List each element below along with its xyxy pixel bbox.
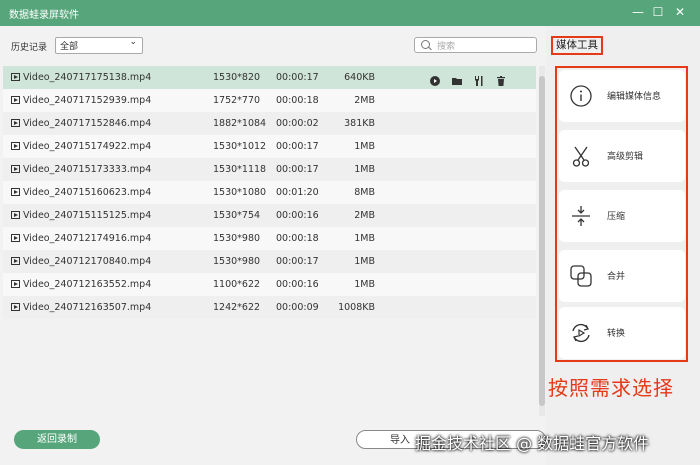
import-label: 导入 (390, 435, 410, 446)
table-row[interactable]: Video_240717152939.mp4 1752*770 00:00:18 2M… (3, 89, 536, 112)
video-file-icon (11, 280, 20, 288)
file-size: 2MB (354, 210, 375, 221)
table-row[interactable]: Video_240712174916.mp4 1530*980 00:00:18 1M… (3, 227, 536, 250)
file-name: Video_240715173333.mp4 (23, 164, 152, 175)
maximize-icon[interactable]: ☐ (650, 4, 666, 20)
video-file-icon (11, 211, 20, 219)
table-row[interactable]: Video_240717175138.mp4 1530*820 00:00:17 64… (3, 66, 536, 89)
folder-icon[interactable] (452, 72, 462, 85)
video-file-icon (11, 73, 20, 81)
file-resolution: 1530*754 (213, 210, 261, 221)
video-file-icon (11, 234, 20, 242)
trash-icon[interactable] (496, 72, 506, 86)
tool-merge[interactable]: 合并 (559, 250, 685, 302)
table-row[interactable]: Video_240712163507.mp4 1242*622 00:00:09 10… (3, 296, 536, 319)
file-name: Video_240712163507.mp4 (23, 302, 152, 313)
scrollbar-thumb[interactable] (539, 76, 545, 406)
scrollbar[interactable] (539, 66, 545, 416)
table-row[interactable]: Video_240712163552.mp4 1100*622 00:00:16 1M… (3, 273, 536, 296)
info-icon (570, 85, 592, 107)
tool-label: 高级剪辑 (607, 152, 644, 162)
title-bar: 数据蛙录屏软件 — ☐ ✕ (0, 0, 700, 26)
file-name: Video_240715115125.mp4 (23, 210, 152, 221)
file-resolution: 1752*770 (213, 95, 261, 106)
file-size: 1MB (354, 256, 375, 267)
merge-icon (570, 265, 592, 287)
table-row[interactable]: Video_240717152846.mp4 1882*1084 00:00:02 3… (3, 112, 536, 135)
watermark: 掘金技术社区 @ 数据蛙官方软件 (415, 434, 650, 453)
file-name: Video_240717152939.mp4 (23, 95, 152, 106)
file-resolution: 1100*622 (213, 279, 261, 290)
table-row[interactable]: Video_240712170840.mp4 1530*980 00:00:17 1M… (3, 250, 536, 273)
tool-icon[interactable] (474, 72, 484, 86)
file-name: Video_240712170840.mp4 (23, 256, 152, 267)
tool-compress[interactable]: 压缩 (559, 190, 685, 242)
video-file-icon (11, 142, 20, 150)
filter-select[interactable]: 全部 ⌄ (55, 37, 143, 54)
table-row[interactable]: Video_240715160623.mp4 1530*1080 00:01:20 8… (3, 181, 536, 204)
file-resolution: 1530*980 (213, 233, 261, 244)
play-icon[interactable] (430, 72, 440, 86)
search-placeholder: 搜索 (437, 42, 456, 52)
file-size: 8MB (354, 187, 375, 198)
tool-advanced-cut[interactable]: 高级剪辑 (559, 130, 685, 182)
close-icon[interactable]: ✕ (672, 4, 688, 20)
file-resolution: 1530*1080 (213, 187, 267, 198)
file-size: 1MB (354, 164, 375, 175)
file-resolution: 1530*1118 (213, 164, 267, 175)
convert-icon (572, 323, 590, 343)
file-name: Video_240717152846.mp4 (23, 118, 152, 129)
tool-label: 压缩 (607, 212, 626, 222)
video-file-icon (11, 188, 20, 196)
file-resolution: 1530*980 (213, 256, 261, 267)
chevron-down-icon: ⌄ (129, 37, 137, 47)
file-resolution: 1242*622 (213, 302, 261, 313)
video-file-icon (11, 119, 20, 127)
tool-convert[interactable]: 转换 (559, 307, 685, 359)
file-size: 1MB (354, 233, 375, 244)
scissors-icon (572, 146, 590, 167)
back-to-recording-button[interactable]: 返回录制 (14, 430, 100, 449)
history-label: 历史记录 (11, 43, 48, 53)
annotation-text: 按照需求选择 (548, 376, 674, 400)
tool-label: 编辑媒体信息 (607, 92, 662, 102)
file-size: 640KB (344, 72, 375, 83)
table-row[interactable]: Video_240715115125.mp4 1530*754 00:00:16 2M… (3, 204, 536, 227)
file-size: 1008KB (338, 302, 375, 313)
minimize-icon[interactable]: — (630, 4, 646, 20)
file-resolution: 1530*1012 (213, 141, 267, 152)
file-size: 1MB (354, 279, 375, 290)
table-row[interactable]: Video_240715174922.mp4 1530*1012 00:00:17 1… (3, 135, 536, 158)
tool-label: 转换 (607, 329, 626, 339)
file-name: Video_240717175138.mp4 (23, 72, 152, 83)
video-file-icon (11, 303, 20, 311)
tool-edit-media-info[interactable]: 编辑媒体信息 (559, 70, 685, 122)
search-input[interactable]: 搜索 (414, 37, 537, 53)
video-file-icon (11, 165, 20, 173)
table-row[interactable]: Video_240715173333.mp4 1530*1118 00:00:17 1… (3, 158, 536, 181)
file-name: Video_240715160623.mp4 (23, 187, 152, 198)
video-file-icon (11, 96, 20, 104)
file-resolution: 1530*820 (213, 72, 261, 83)
file-size: 381KB (344, 118, 375, 129)
video-file-icon (11, 257, 20, 265)
file-name: Video_240712163552.mp4 (23, 279, 152, 290)
file-resolution: 1882*1084 (213, 118, 267, 129)
recording-list: Video_240717175138.mp4 1530*820 00:00:17 64… (3, 66, 536, 319)
file-name: Video_240712174916.mp4 (23, 233, 152, 244)
filter-value: 全部 (60, 42, 79, 52)
file-name: Video_240715174922.mp4 (23, 141, 152, 152)
search-icon (421, 40, 430, 49)
tool-label: 合并 (607, 272, 626, 282)
compress-icon (572, 206, 590, 226)
file-size: 1MB (354, 141, 375, 152)
file-size: 2MB (354, 95, 375, 106)
media-tools-title: 媒体工具 (551, 36, 603, 55)
app-title: 数据蛙录屏软件 (9, 10, 79, 21)
